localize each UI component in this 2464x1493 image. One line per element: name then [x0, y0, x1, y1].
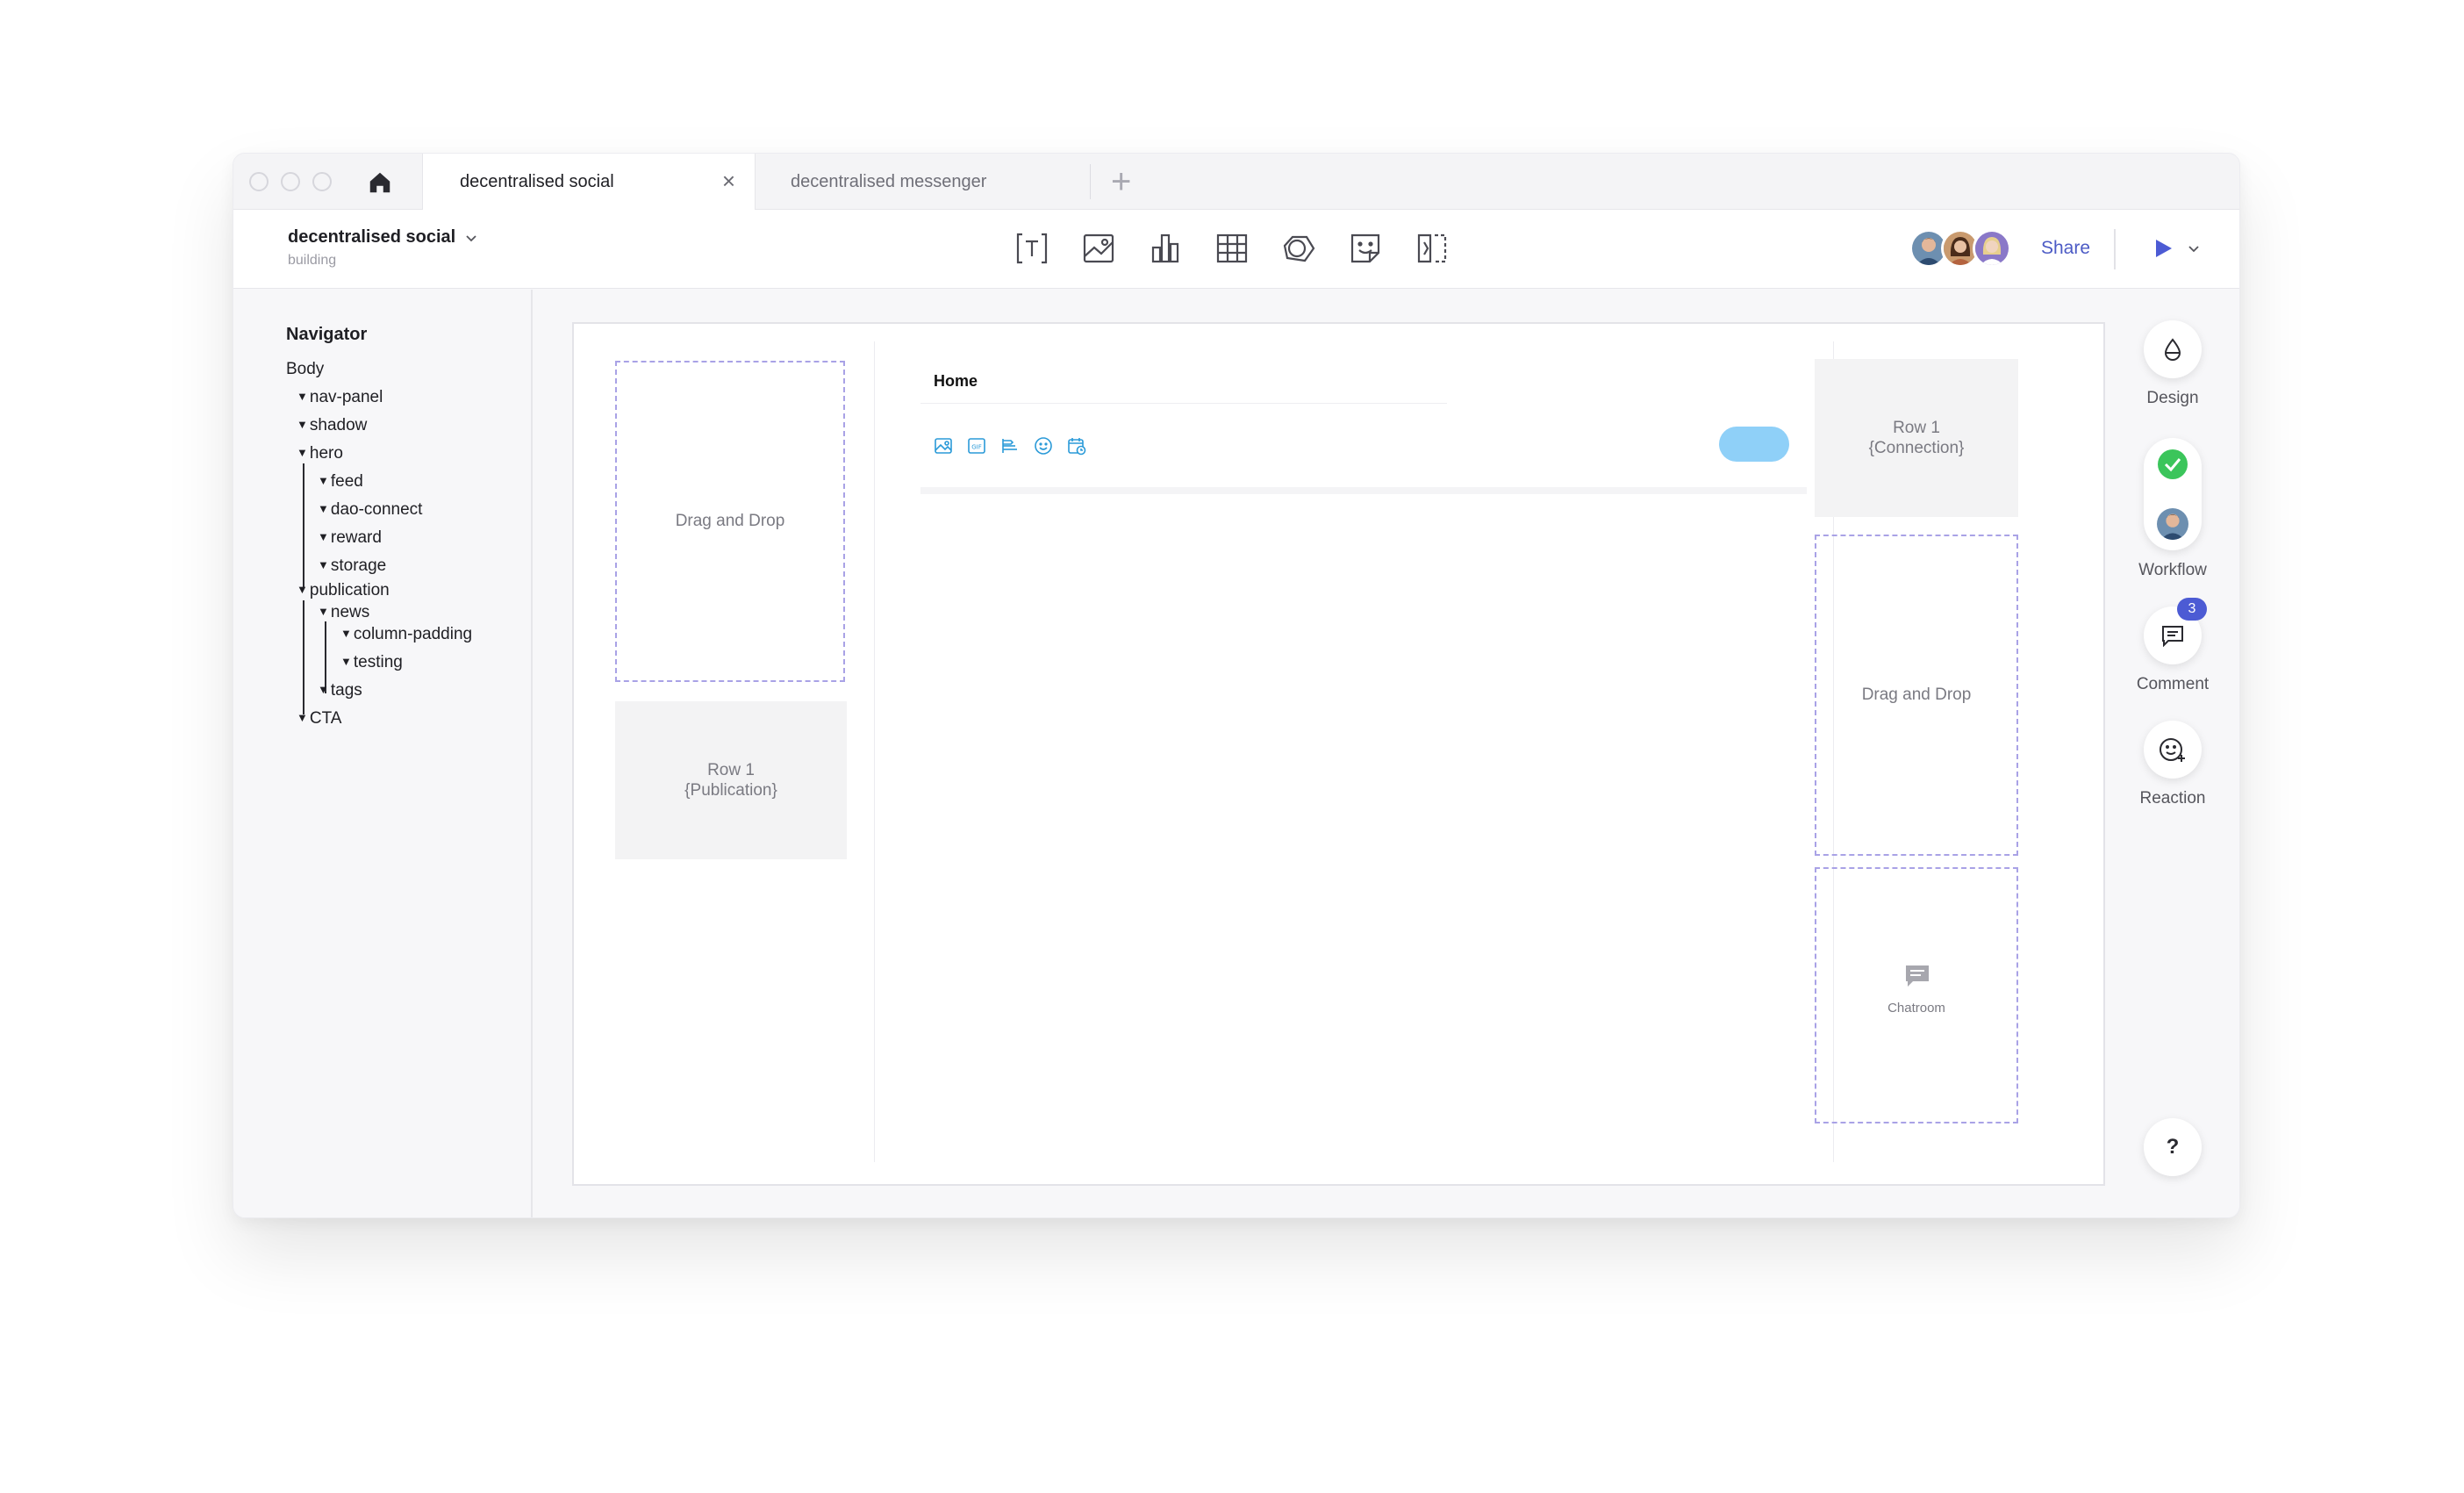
- close-window-button[interactable]: [249, 172, 269, 191]
- tree-node-tags[interactable]: ▼ tags: [318, 681, 362, 700]
- tree-node-publication[interactable]: ▼ publication: [297, 581, 390, 600]
- tab-decentralised-messenger[interactable]: decentralised messenger: [757, 164, 1091, 199]
- tab-decentralised-social[interactable]: decentralised social ×: [422, 154, 756, 210]
- workflow-status: [2144, 438, 2202, 550]
- list-icon[interactable]: [999, 434, 1021, 457]
- emoji-icon[interactable]: [1032, 434, 1055, 457]
- dropzone-right[interactable]: Drag and Drop: [1815, 535, 2018, 856]
- chevron-down-icon[interactable]: [2187, 243, 2201, 260]
- collaborators[interactable]: [1909, 229, 2011, 268]
- column-divider: [874, 341, 875, 1162]
- avatar: [1973, 229, 2011, 268]
- chart-tool-icon[interactable]: [1148, 231, 1183, 266]
- image-tool-icon[interactable]: [1081, 231, 1116, 266]
- comment-icon: 3: [2144, 598, 2207, 664]
- composer-actions: GIF: [932, 434, 1088, 457]
- tree-node-cta[interactable]: ▼ CTA: [297, 709, 341, 729]
- tree-node-feed[interactable]: ▼ feed: [318, 472, 363, 492]
- project-status: building: [288, 253, 337, 268]
- design-canvas[interactable]: Drag and Drop Row 1 {Publication} Home G…: [572, 322, 2105, 1186]
- drop-icon: [2144, 320, 2202, 378]
- comment-count-badge: 3: [2177, 598, 2207, 621]
- play-icon[interactable]: [2152, 237, 2174, 264]
- comment-panel-toggle[interactable]: 3 Comment: [2129, 598, 2217, 694]
- tree-node-storage[interactable]: ▼ storage: [318, 556, 386, 576]
- divider: [920, 403, 1447, 404]
- project-switcher[interactable]: decentralised social building: [288, 227, 478, 269]
- add-reaction-icon: [2144, 721, 2202, 779]
- feed-title: Home: [934, 372, 978, 390]
- tree-guide: [303, 600, 304, 714]
- tree-node-nav-panel[interactable]: ▼ nav-panel: [297, 388, 383, 407]
- chevron-down-icon: [466, 234, 476, 241]
- tree-node-column-padding[interactable]: ▼ column-padding: [340, 625, 472, 644]
- row-publication[interactable]: Row 1 {Publication}: [615, 701, 847, 859]
- tree-node-dao-connect[interactable]: ▼ dao-connect: [318, 500, 422, 520]
- window-controls: [249, 172, 332, 191]
- workflow-panel-toggle[interactable]: Workflow: [2129, 438, 2217, 580]
- tree-node-news[interactable]: ▼ news: [318, 603, 369, 622]
- tree-node-shadow[interactable]: ▼ shadow: [297, 416, 367, 435]
- chatroom-label: Chatroom: [1887, 1001, 1945, 1016]
- sticker-tool-icon[interactable]: [1348, 231, 1383, 266]
- toolbar: decentralised social building Share: [233, 210, 2239, 289]
- image-icon[interactable]: [932, 434, 955, 457]
- svg-text:GIF: GIF: [971, 444, 982, 451]
- insert-tools: [1014, 231, 1450, 266]
- shape-tool-icon[interactable]: [1281, 231, 1316, 266]
- component-tool-icon[interactable]: [1415, 231, 1450, 266]
- maximize-window-button[interactable]: [312, 172, 332, 191]
- tree-node-reward[interactable]: ▼ reward: [318, 528, 382, 548]
- check-icon: [2157, 449, 2188, 485]
- share-button[interactable]: Share: [2041, 238, 2090, 259]
- add-tab-icon[interactable]: +: [1111, 164, 1131, 199]
- tree-node-hero[interactable]: ▼ hero: [297, 444, 343, 463]
- navigator-panel: Navigator Body ▼ nav-panel ▼ shadow ▼ hero …: [233, 290, 533, 1217]
- divider: [2114, 229, 2116, 269]
- help-button[interactable]: ?: [2129, 1118, 2217, 1176]
- chat-bubble-icon: [1904, 964, 1930, 993]
- close-icon[interactable]: ×: [722, 169, 735, 192]
- gif-icon[interactable]: GIF: [965, 434, 988, 457]
- dropzone-left[interactable]: Drag and Drop: [615, 361, 845, 682]
- design-panel-toggle[interactable]: Design: [2129, 320, 2217, 408]
- schedule-icon[interactable]: [1065, 434, 1088, 457]
- avatar: [2157, 508, 2188, 540]
- tab-bar: decentralised social × decentralised mes…: [233, 154, 2239, 210]
- tree-guide: [303, 463, 304, 588]
- chatroom-widget[interactable]: Chatroom: [1815, 867, 2018, 1123]
- post-button[interactable]: [1719, 427, 1789, 462]
- app-window: decentralised social × decentralised mes…: [233, 153, 2240, 1218]
- tree-node-body[interactable]: Body: [286, 360, 324, 379]
- tab-label: decentralised social: [460, 171, 614, 191]
- text-tool-icon[interactable]: [1014, 231, 1049, 266]
- home-icon[interactable]: [365, 168, 395, 197]
- divider: [920, 487, 1807, 494]
- tree-node-testing[interactable]: ▼ testing: [340, 653, 403, 672]
- row-connection[interactable]: Row 1 {Connection}: [1815, 359, 2018, 517]
- minimize-window-button[interactable]: [281, 172, 300, 191]
- project-title: decentralised social: [288, 227, 456, 247]
- tab-label: decentralised messenger: [791, 171, 987, 191]
- reaction-panel-toggle[interactable]: Reaction: [2129, 721, 2217, 808]
- help-icon: ?: [2144, 1118, 2202, 1176]
- table-tool-icon[interactable]: [1214, 231, 1250, 266]
- navigator-title: Navigator: [286, 325, 368, 344]
